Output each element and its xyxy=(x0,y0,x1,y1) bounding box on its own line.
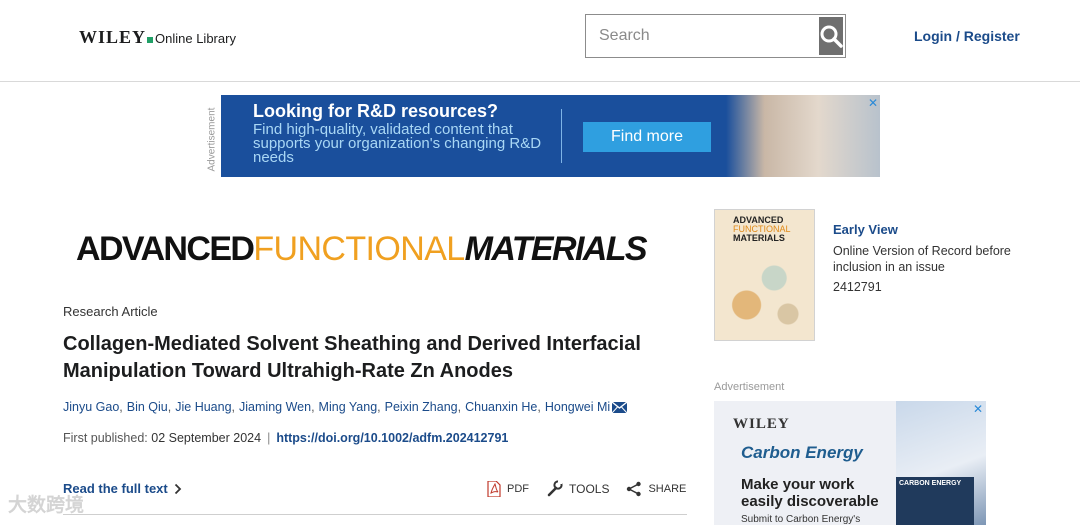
watermark: 大数跨境 xyxy=(8,495,85,516)
logo-dot xyxy=(147,37,154,43)
chevron-right-icon xyxy=(174,483,182,494)
article-title: Collagen-Mediated Solvent Sheathing and … xyxy=(63,333,641,382)
early-view-link[interactable]: Early View xyxy=(833,222,898,237)
search-button[interactable] xyxy=(819,17,843,55)
cover-artwork xyxy=(719,242,811,332)
author-link[interactable]: Bin Qiu xyxy=(127,400,168,414)
top-ad-banner[interactable]: Looking for R&D resources? Find high-qua… xyxy=(221,95,880,177)
side-ad-cover: CARBON ENERGY xyxy=(896,477,974,525)
share-label: SHARE xyxy=(648,482,687,495)
journal-banner-materials: MATERIALS xyxy=(464,230,648,268)
side-ad-brand: WILEY xyxy=(733,416,790,432)
ad-description: Find high-quality, validated content tha… xyxy=(253,121,542,166)
side-ad-journal: Carbon Energy xyxy=(741,443,863,462)
author-list: Jinyu Gao, Bin Qiu, Jie Huang, Jiaming W… xyxy=(63,400,628,414)
wiley-logo[interactable]: WILEY Online Library xyxy=(79,27,236,48)
search-input[interactable] xyxy=(586,15,819,57)
author-separator: , xyxy=(231,400,236,414)
journal-cover-image[interactable]: ADVANCED FUNCTIONAL MATERIALS xyxy=(714,209,815,341)
pdf-label: PDF xyxy=(507,482,529,495)
publication-info: First published: 02 September 2024 | https… xyxy=(63,431,508,445)
search-box xyxy=(585,14,846,58)
author-link[interactable]: Jie Huang xyxy=(175,400,231,414)
ad-photo xyxy=(726,95,880,177)
cover-title: ADVANCED FUNCTIONAL MATERIALS xyxy=(733,216,791,243)
author-link[interactable]: Chuanxin He xyxy=(465,400,537,414)
first-published-date: 02 September 2024 xyxy=(151,431,262,445)
ad-side-label-text: Advertisement xyxy=(206,107,218,172)
ad-close-icon[interactable]: ✕ xyxy=(868,96,878,110)
author-link[interactable]: Peixin Zhang xyxy=(385,400,458,414)
tools-button[interactable]: TOOLS xyxy=(546,480,609,497)
logo-subtitle: Online Library xyxy=(155,31,236,46)
side-ad-banner[interactable]: WILEY Carbon Energy Make your work easil… xyxy=(714,401,986,525)
side-ad-label: Advertisement xyxy=(714,381,785,393)
first-published-label: First published: xyxy=(63,431,148,445)
ad-find-more-button[interactable]: Find more xyxy=(583,122,711,152)
section-divider xyxy=(63,514,687,515)
article-actions: PDF TOOLS SHARE xyxy=(487,480,703,497)
wrench-icon xyxy=(547,480,563,497)
pdf-button[interactable]: PDF xyxy=(487,480,529,497)
journal-banner[interactable]: ADVANCEDFUNCTIONALMATERIALS xyxy=(76,230,648,269)
side-ad-headline: Make your work easily discoverable xyxy=(741,476,879,510)
author-separator: , xyxy=(457,400,462,414)
logo-brand: WILEY xyxy=(79,27,147,47)
share-icon xyxy=(627,481,642,496)
author-separator: , xyxy=(537,400,541,414)
side-ad-close-icon[interactable]: ✕ xyxy=(973,402,983,416)
author-separator: , xyxy=(311,400,315,414)
search-icon xyxy=(820,25,843,48)
journal-banner-functional: FUNCTIONAL xyxy=(253,230,465,268)
author-separator: , xyxy=(377,400,381,414)
pdf-icon xyxy=(487,480,501,497)
early-view-description: Online Version of Record before inclusio… xyxy=(833,244,1011,274)
pubinfo-separator: | xyxy=(267,431,271,445)
author-separator: , xyxy=(119,400,123,414)
ad-side-label: Advertisement xyxy=(200,96,218,176)
author-link[interactable]: Ming Yang xyxy=(319,400,378,414)
side-ad-subtext: Submit to Carbon Energy's xyxy=(741,514,861,525)
ad-title: Looking for R&D resources? xyxy=(253,101,499,121)
doi-link[interactable]: https://doi.org/10.1002/adfm.202412791 xyxy=(276,431,508,445)
author-link[interactable]: Jiaming Wen xyxy=(239,400,311,414)
article-type: Research Article xyxy=(63,304,158,319)
author-link[interactable]: Jinyu Gao xyxy=(63,400,119,414)
login-register-link[interactable]: Login / Register xyxy=(914,28,1020,44)
share-button[interactable]: SHARE xyxy=(626,481,686,497)
ad-divider xyxy=(561,109,562,163)
journal-banner-advanced: ADVANCED xyxy=(76,230,255,268)
corresponding-author-mail-icon[interactable] xyxy=(612,401,628,413)
tools-label: TOOLS xyxy=(569,481,610,496)
author-link[interactable]: Hongwei Mi xyxy=(545,400,610,414)
article-number: 2412791 xyxy=(833,280,882,294)
author-separator: , xyxy=(167,400,172,414)
site-header: WILEY Online Library Login / Register xyxy=(0,0,1080,82)
